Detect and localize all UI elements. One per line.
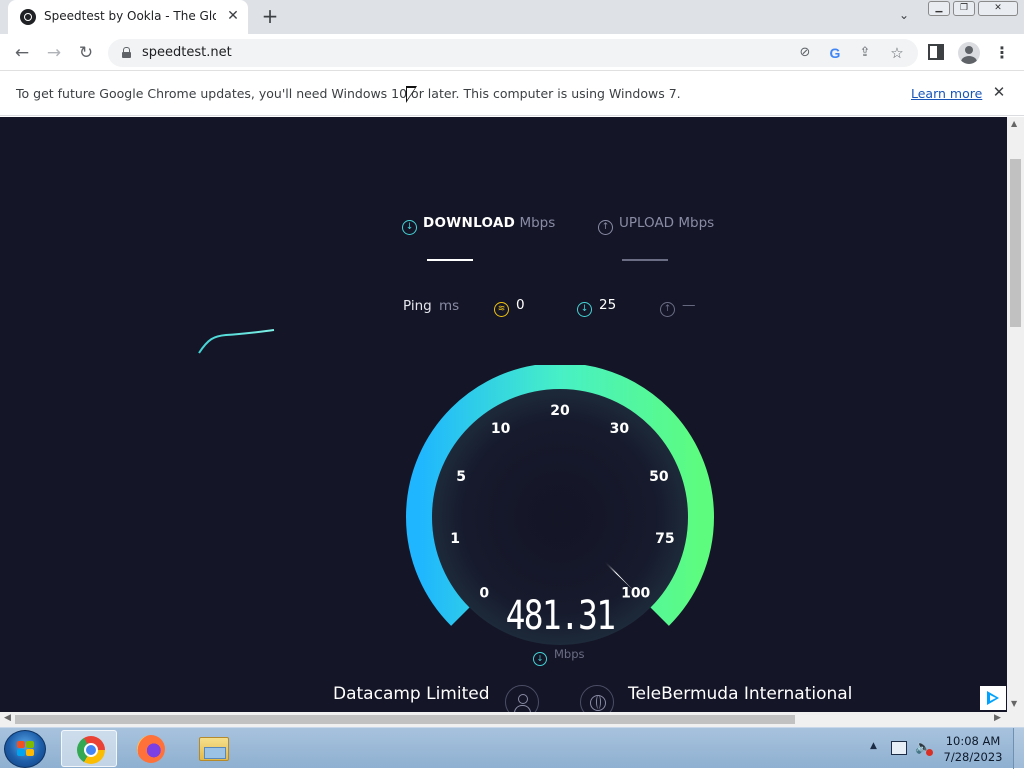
globe-icon[interactable] <box>580 685 614 712</box>
speed-unit: Mbps <box>554 647 585 661</box>
speed-unit-row: ↓ Mbps <box>533 647 585 666</box>
upload-latency-icon: ↑ <box>660 302 675 317</box>
gauge-tick-label: 30 <box>610 421 630 437</box>
speed-download-icon: ↓ <box>533 652 547 666</box>
gauge-tick-label: 20 <box>550 403 570 419</box>
speed-value: 481.31 <box>505 593 616 639</box>
gauge-tick-label: 50 <box>649 469 669 485</box>
share-icon[interactable]: ⇪ <box>856 44 874 62</box>
isp-name: Datacamp Limited <box>333 684 490 704</box>
user-icon[interactable] <box>505 685 539 712</box>
ping-idle: ≋ 0 <box>494 297 525 317</box>
ping-idle-value: 0 <box>516 297 525 313</box>
idle-latency-icon: ≋ <box>494 302 509 317</box>
ping-download-value: 25 <box>599 297 617 313</box>
adchoices-icon[interactable] <box>980 686 1006 710</box>
speed-sparkline <box>198 329 275 354</box>
download-underline <box>427 259 473 261</box>
ping-download: ↓ 25 <box>577 297 616 317</box>
clock-date[interactable]: 7/28/2023 <box>940 750 1006 764</box>
ping-upload-value: — <box>682 297 696 313</box>
download-arrow-icon: ↓ <box>402 220 417 235</box>
volume-muted-icon[interactable]: 🔈 <box>915 740 933 756</box>
taskbar-firefox[interactable] <box>122 730 178 767</box>
scroll-down-arrow-icon[interactable]: ▼ <box>1011 699 1017 708</box>
infobar-message: To get future Google Chrome updates, you… <box>16 86 681 101</box>
file-explorer-icon <box>199 737 229 761</box>
show-desktop-button[interactable] <box>1013 728 1024 769</box>
tray-overflow-icon[interactable]: ▲ <box>870 741 877 751</box>
tab-strip: Speedtest by Ookla - The Global ✕ + ⌄ ▁ … <box>0 0 1024 34</box>
browser-tab[interactable]: Speedtest by Ookla - The Global ✕ <box>8 0 248 34</box>
lock-icon[interactable] <box>122 47 131 58</box>
clock-time[interactable]: 10:08 AM <box>940 734 1006 748</box>
gauge-tick-label: 10 <box>491 421 511 437</box>
firefox-icon <box>137 735 165 763</box>
scrollbar-corner <box>1007 712 1024 727</box>
scroll-up-arrow-icon[interactable]: ▲ <box>1011 119 1017 128</box>
windows-logo-icon <box>17 741 35 757</box>
gauge-tick-label: 75 <box>655 531 674 547</box>
mouse-cursor <box>406 86 417 103</box>
browser-toolbar: ← → ↻ speedtest.net ⊘ G ⇪ ☆ ⋮ <box>0 34 1024 71</box>
upload-underline <box>622 259 668 261</box>
horizontal-scrollbar[interactable]: ◀ ▶ <box>0 712 1007 727</box>
server-name[interactable]: TeleBermuda International <box>628 684 852 704</box>
gauge-tick-label: 5 <box>456 469 466 485</box>
download-label: DOWNLOAD <box>423 215 516 231</box>
side-panel-icon[interactable] <box>928 44 944 60</box>
gauge-tick-label: 1 <box>450 531 460 547</box>
ping-row: Ping ms ≋ 0 ↓ 25 ↑ — <box>0 297 1007 317</box>
forward-button[interactable]: → <box>42 41 66 65</box>
tab-close-icon[interactable]: ✕ <box>224 7 242 25</box>
learn-more-link[interactable]: Learn more <box>911 86 982 101</box>
vertical-scroll-thumb[interactable] <box>1010 159 1021 327</box>
tab-title: Speedtest by Ookla - The Global <box>44 9 216 23</box>
taskbar-chrome[interactable] <box>61 730 117 767</box>
window-maximize-button[interactable]: ❐ <box>953 1 975 16</box>
chrome-icon <box>77 736 105 764</box>
upload-header: ↑ UPLOAD Mbps <box>598 215 714 235</box>
address-bar[interactable]: speedtest.net ⊘ G ⇪ ☆ <box>108 39 918 67</box>
ping-unit: ms <box>439 298 460 314</box>
speedtest-page: ↓ DOWNLOAD Mbps ↑ UPLOAD Mbps Ping ms ≋ 0 ↓… <box>0 117 1007 712</box>
taskbar-file-explorer[interactable] <box>184 730 240 767</box>
tab-search-chevron-icon[interactable]: ⌄ <box>894 8 914 26</box>
download-latency-icon: ↓ <box>577 302 592 317</box>
download-header: ↓ DOWNLOAD Mbps <box>402 215 555 235</box>
ping-upload: ↑ — <box>660 297 696 317</box>
window-minimize-button[interactable]: ▁ <box>928 1 950 16</box>
start-button[interactable] <box>4 730 46 768</box>
blocked-icon[interactable]: ⊘ <box>796 44 814 62</box>
profile-avatar-icon[interactable] <box>958 42 980 64</box>
upload-label: UPLOAD <box>619 215 675 231</box>
update-infobar: To get future Google Chrome updates, you… <box>0 71 1024 116</box>
upload-arrow-icon: ↑ <box>598 220 613 235</box>
download-unit: Mbps <box>519 215 556 231</box>
ping-label: Ping <box>403 298 432 314</box>
horizontal-scroll-thumb[interactable] <box>15 715 795 724</box>
url-text[interactable]: speedtest.net <box>142 45 232 60</box>
star-icon[interactable]: ☆ <box>888 44 906 62</box>
vertical-scrollbar[interactable]: ▲ ▼ <box>1007 117 1024 712</box>
scroll-left-arrow-icon[interactable]: ◀ <box>4 713 11 723</box>
new-tab-button[interactable]: + <box>258 5 282 29</box>
menu-kebab-icon[interactable]: ⋮ <box>994 41 1010 65</box>
speedtest-favicon-icon <box>20 9 36 25</box>
reload-button[interactable]: ↻ <box>74 41 98 65</box>
taskbar: ▲ 🔈 10:08 AM 7/28/2023 <box>0 727 1024 769</box>
google-icon[interactable]: G <box>826 44 844 62</box>
upload-unit: Mbps <box>678 215 715 231</box>
window-close-button[interactable]: ✕ <box>978 1 1018 16</box>
back-button[interactable]: ← <box>10 41 34 65</box>
scroll-right-arrow-icon[interactable]: ▶ <box>994 713 1001 723</box>
infobar-close-icon[interactable]: ✕ <box>990 83 1008 101</box>
network-icon[interactable] <box>891 741 907 755</box>
